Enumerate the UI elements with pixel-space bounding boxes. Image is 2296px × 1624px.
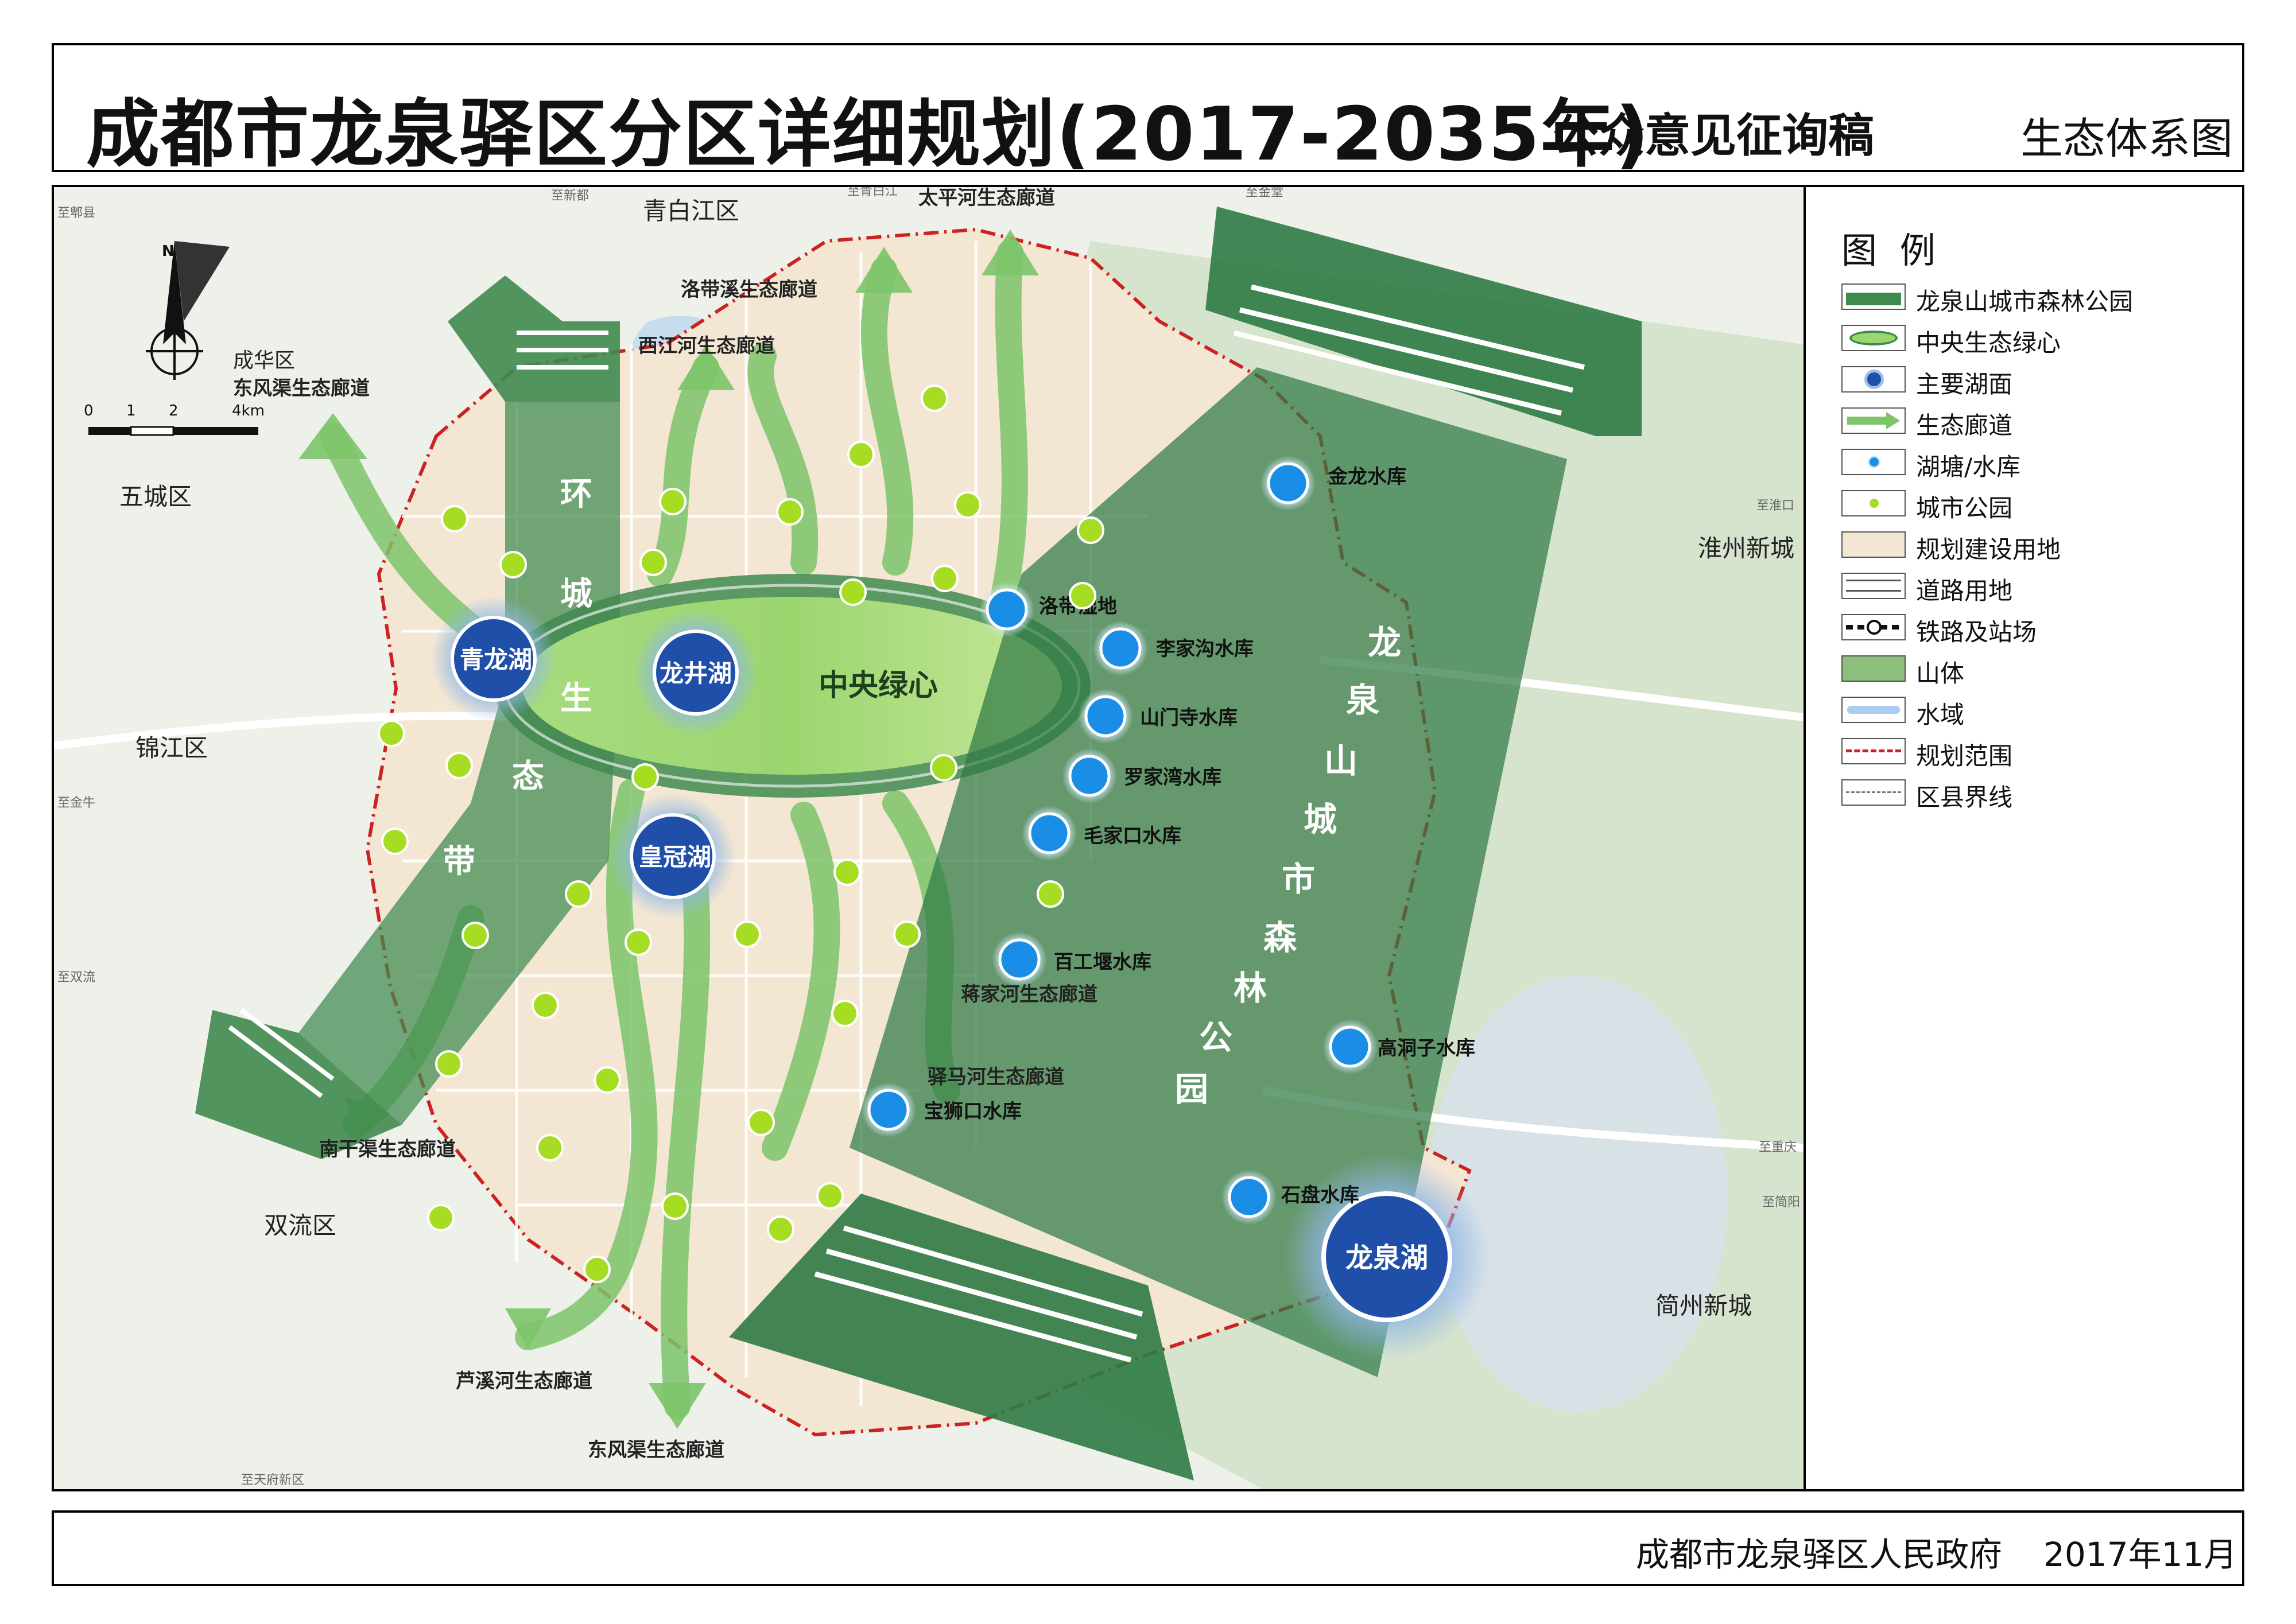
page-title: 成都市龙泉驿区分区详细规划(2017-2035年) — [86, 92, 1650, 177]
reservoir-label-maojiakou: 毛家口水库 — [1084, 825, 1181, 848]
forest-belt-char: 森 — [1263, 918, 1297, 957]
scale-tick: 0 — [84, 402, 94, 419]
reservoir-label-baigongyan: 百工堰水库 — [1054, 951, 1151, 974]
legend-label: 龙泉山城市森林公园 — [1916, 287, 2134, 316]
legend-label: 中央生态绿心 — [1916, 329, 2061, 357]
road-label: 至双流 — [57, 970, 95, 985]
corridor-label-xijiang: 西江河生态廊道 — [638, 335, 775, 358]
forest-belt-char: 公 — [1199, 1018, 1232, 1057]
reservoir-dot-icon — [1841, 449, 1906, 475]
reservoir-label-jinlong: 金龙水库 — [1328, 465, 1406, 488]
corridor-label-luxi: 芦溪河生态廊道 — [456, 1370, 592, 1393]
scale-bar — [88, 426, 258, 436]
road-label: 至金牛 — [57, 796, 95, 810]
forest-belt-char: 市 — [1282, 860, 1315, 899]
district-label-qingbaijiang: 青白江区 — [643, 197, 739, 225]
ring-belt-char: 生 — [560, 680, 592, 717]
corridor-label-taiping: 太平河生态廊道 — [918, 187, 1055, 209]
railway-station-icon — [1841, 614, 1906, 640]
county-border-line-icon — [1841, 779, 1906, 806]
road-label: 至新都 — [551, 189, 589, 203]
road-line-icon — [1841, 573, 1906, 599]
legend-label: 规划建设用地 — [1916, 535, 2061, 564]
forest-belt-char: 泉 — [1346, 681, 1379, 720]
road-label: 至青白江 — [847, 187, 898, 199]
reservoir-label-gaodongzi: 高洞子水库 — [1378, 1037, 1475, 1060]
page-subtitle: 公众意见征询稿 — [1553, 109, 1874, 162]
footer-date: 2017年11月 — [2043, 1535, 2237, 1574]
legend-label: 主要湖面 — [1916, 370, 2013, 398]
legend-label: 城市公园 — [1916, 494, 2013, 522]
road-label: 至淮口 — [1756, 499, 1794, 513]
ecology-map: 青龙湖 龙井湖 皇冠湖 龙泉湖 金龙水库 洛带湿地 李家沟水库 山门寺水库 罗家… — [54, 187, 1804, 1489]
forest-belt-char: 林 — [1234, 969, 1267, 1008]
reservoir-label-shipan: 石盘水库 — [1281, 1184, 1359, 1207]
legend-panel: 图 例 龙泉山城市森林公园 中央生态绿心 主要湖面 生态廊道 湖塘/水库 城市公… — [1804, 187, 2242, 1489]
district-label-shuangliu: 双流区 — [264, 1211, 336, 1240]
scale-unit: 4km — [232, 402, 265, 419]
reservoir-label-lijiagou: 李家沟水库 — [1156, 638, 1254, 661]
scale-tick: 1 — [126, 402, 136, 419]
district-label-wucheng: 五城区 — [119, 483, 192, 511]
footer-organization: 成都市龙泉驿区人民政府 — [1636, 1535, 2003, 1574]
forest-belt-char: 龙 — [1368, 623, 1401, 662]
lake-label-longquan: 龙泉湖 — [1345, 1242, 1428, 1274]
corridor-label-dongfengqu-south: 东风渠生态廊道 — [588, 1439, 724, 1462]
ring-belt-char: 城 — [560, 576, 592, 613]
corridor-label-yima: 驿马河生态廊道 — [928, 1066, 1064, 1089]
landuse-fill-icon — [1841, 531, 1906, 558]
road-label: 至郫县 — [57, 206, 95, 220]
map-name: 生态体系图 — [2020, 114, 2233, 164]
district-label-huaizhou: 淮州新城 — [1698, 534, 1794, 562]
corridor-label-jiangjia: 蒋家河生态廊道 — [961, 983, 1097, 1006]
reservoir-label-shanmensi: 山门寺水库 — [1140, 706, 1238, 729]
lake-label-qinglong: 青龙湖 — [460, 646, 532, 674]
forest-park-band-icon — [1841, 283, 1906, 310]
corridor-label-dongfengqu-north: 东风渠生态廊道 — [233, 377, 370, 400]
reservoir-label-baoshikou: 宝狮口水库 — [924, 1100, 1022, 1123]
forest-belt-char: 城 — [1304, 800, 1337, 839]
legend-label: 区县界线 — [1916, 783, 2013, 811]
road-label: 至天府新区 — [241, 1473, 304, 1487]
legend-label: 规划范围 — [1916, 742, 2013, 770]
lake-label-longjing: 龙井湖 — [660, 659, 732, 687]
park-dot-icon — [1841, 490, 1906, 516]
legend-label: 铁路及站场 — [1916, 618, 2037, 646]
district-label-jinjiang: 锦江区 — [135, 734, 208, 762]
district-label-chenghua: 成华区 — [233, 349, 295, 372]
legend-label: 山体 — [1916, 659, 1965, 687]
legend-title: 图 例 — [1841, 230, 1941, 271]
corridor-label-luodaixi: 洛带溪生态廊道 — [681, 278, 817, 301]
green-heart-label: 中央绿心 — [819, 669, 938, 703]
legend-label: 道路用地 — [1916, 577, 2013, 605]
ring-belt-char: 态 — [512, 758, 544, 795]
scale-tick: 2 — [169, 402, 179, 419]
major-lake-dot-icon — [1841, 366, 1906, 393]
ring-belt-char: 带 — [443, 843, 475, 880]
water-fill-icon — [1841, 697, 1906, 723]
legend-label: 生态廊道 — [1916, 411, 2013, 440]
district-label-jianzhou: 简州新城 — [1655, 1292, 1752, 1320]
road-label: 至简阳 — [1762, 1195, 1800, 1210]
legend-label: 湖塘/水库 — [1916, 453, 2021, 481]
green-heart-ellipse-icon — [1841, 325, 1906, 351]
legend-label: 水域 — [1916, 701, 1965, 729]
corridor-arrow-icon — [1841, 407, 1906, 434]
reservoir-label-luojiawan: 罗家湾水库 — [1124, 766, 1221, 789]
road-label: 至重庆 — [1759, 1140, 1797, 1155]
road-label: 至金堂 — [1246, 187, 1283, 200]
forest-belt-char: 山 — [1324, 741, 1358, 780]
lake-label-huangguan: 皇冠湖 — [639, 843, 711, 871]
north-label: N — [162, 243, 174, 260]
forest-belt-char: 园 — [1175, 1070, 1208, 1109]
mountain-fill-icon — [1841, 655, 1906, 682]
corridor-label-nangan: 南干渠生态廊道 — [319, 1138, 456, 1161]
plan-boundary-line-icon — [1841, 738, 1906, 764]
ring-belt-char: 环 — [560, 476, 592, 513]
